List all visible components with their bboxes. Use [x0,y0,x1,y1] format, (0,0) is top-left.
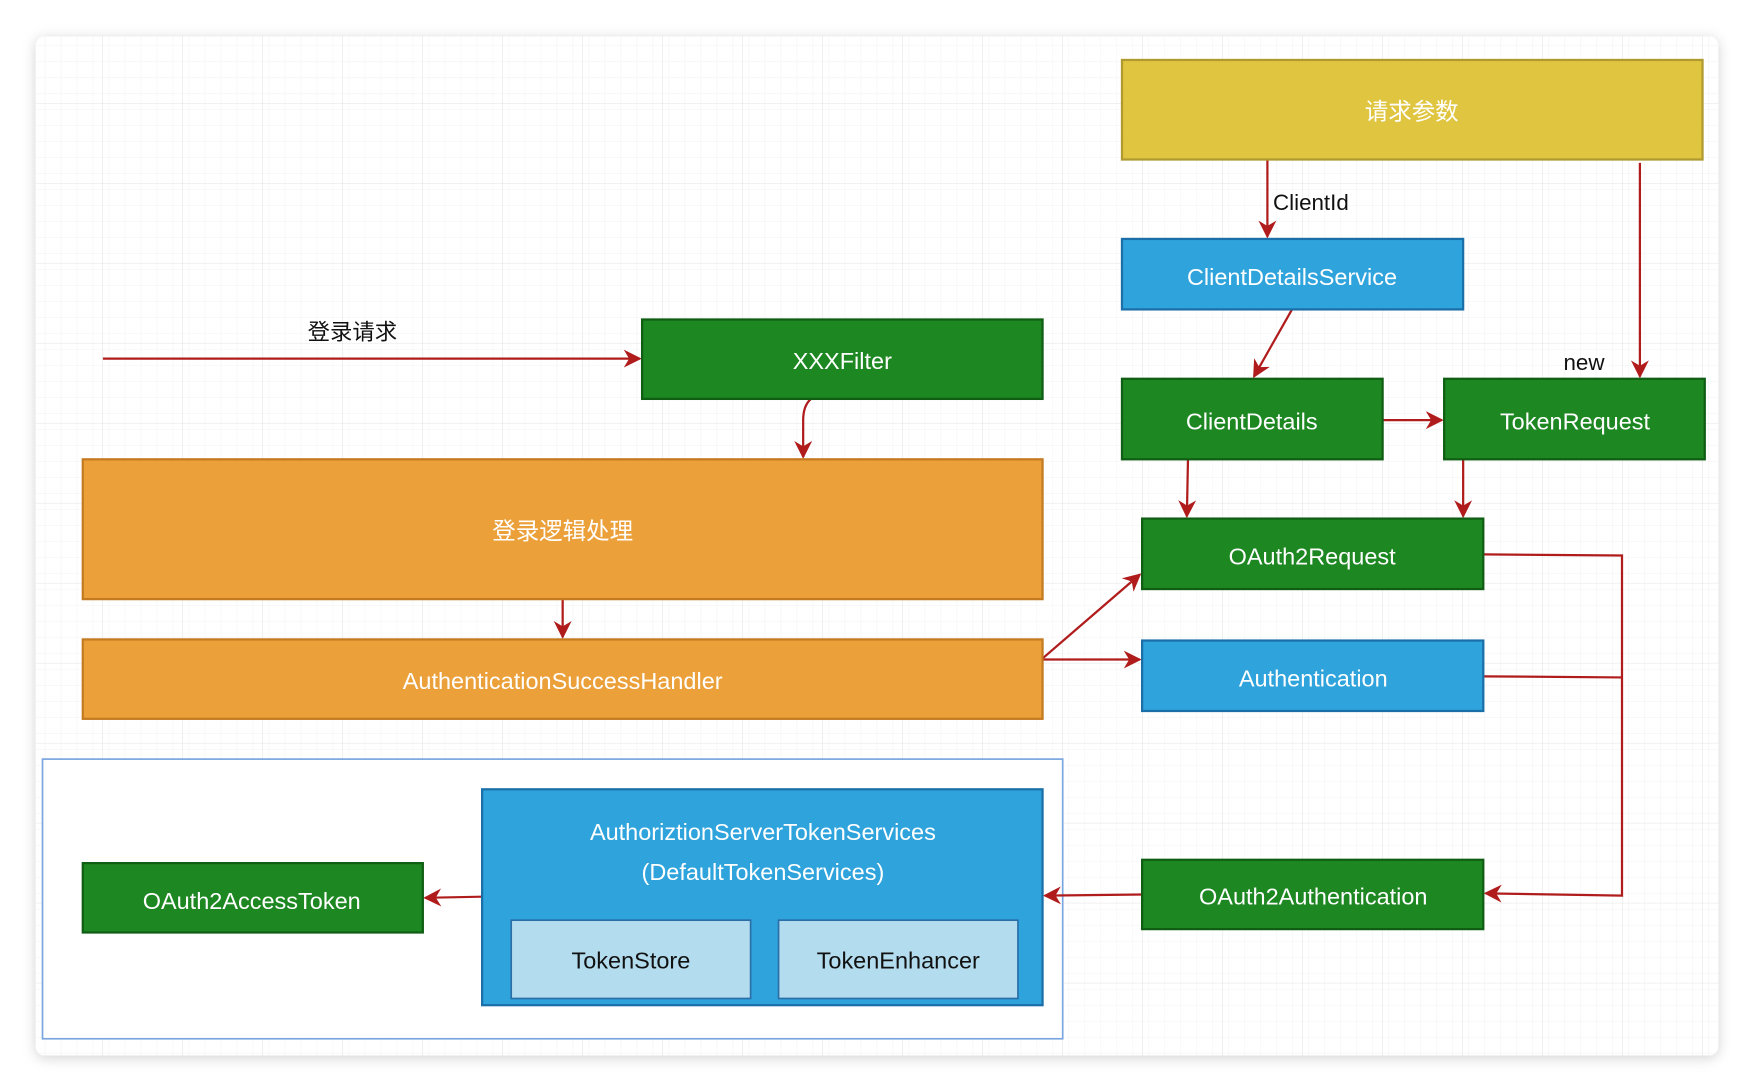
node-token-store[interactable]: TokenStore [510,919,752,1000]
edge-label-new: new [1563,350,1605,375]
edge-authentication-to-oauth2-authentication[interactable] [1483,675,1623,679]
node-label: OAuth2Authentication [1199,884,1427,910]
edge-client-details-to-oauth2-request[interactable] [1178,459,1197,519]
node-label: 请求参数 [1365,98,1459,124]
node-label: TokenEnhancer [817,947,980,973]
node-label-line2: (DefaultTokenServices) [642,859,885,885]
node-xxx-filter[interactable]: XXXFilter [640,318,1044,401]
node-client-details[interactable]: ClientDetails [1120,377,1384,461]
node-label: ClientDetailsService [1187,264,1397,290]
node-label: 登录逻辑处理 [492,518,633,544]
edge-label-login-request: 登录请求 [308,320,397,345]
node-auth-success-handler[interactable]: AuthenticationSuccessHandler [81,638,1044,720]
node-label: Authentication [1239,666,1388,692]
node-oauth2-access-token[interactable]: OAuth2AccessToken [81,862,424,934]
edge-label-client-id: ClientId [1273,190,1349,215]
edge-token-services-to-access-token[interactable] [423,888,483,907]
edge-oauth2-authentication-to-token-services[interactable] [1043,886,1143,905]
node-label: TokenStore [571,947,690,973]
node-label: OAuth2Request [1229,544,1397,570]
node-token-enhancer[interactable]: TokenEnhancer [777,919,1019,1000]
node-authentication[interactable]: Authentication [1140,639,1485,713]
node-label: AuthenticationSuccessHandler [403,668,723,694]
node-oauth2-request[interactable]: OAuth2Request [1140,517,1485,591]
node-token-request[interactable]: TokenRequest [1443,377,1706,461]
node-label: XXXFilter [793,348,892,374]
node-client-details-service[interactable]: ClientDetailsService [1120,237,1465,311]
node-request-params[interactable]: 请求参数 [1120,58,1704,161]
diagram-canvas: 登录请求 ClientId new 请求参数 ClientDetailsServ… [35,36,1719,1056]
node-label: ClientDetails [1186,408,1318,434]
node-label: OAuth2AccessToken [143,888,361,914]
node-label: TokenRequest [1500,408,1651,434]
node-label-line1: AuthoriztionServerTokenServices [590,819,936,845]
node-oauth2-authentication[interactable]: OAuth2Authentication [1140,858,1485,931]
node-login-logic[interactable]: 登录逻辑处理 [81,458,1044,601]
